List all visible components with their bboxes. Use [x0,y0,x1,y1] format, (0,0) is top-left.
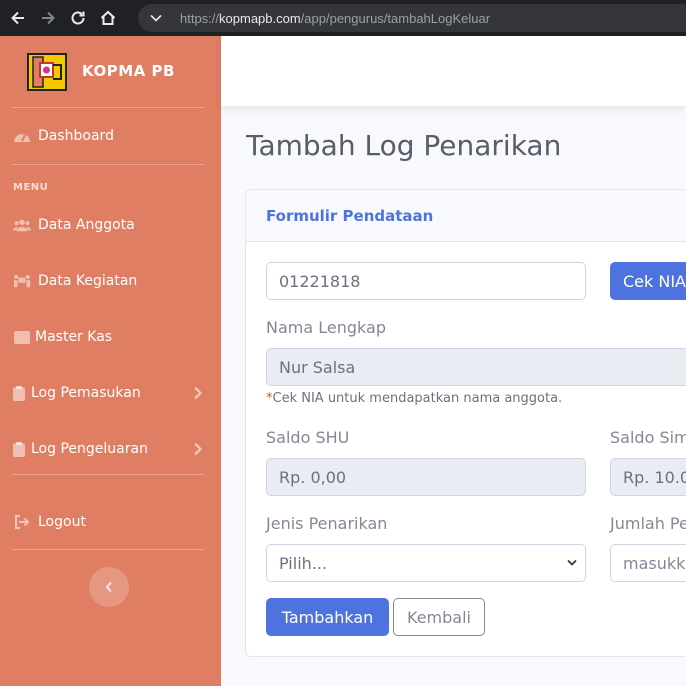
topbar [221,36,686,106]
sidebar-item-label: Logout [38,514,86,530]
sidebar-item-label: Log Pengeluaran [31,441,148,457]
sidebar-item-master-kas[interactable]: Master Kas [0,317,221,357]
saldo-shu-field: Rp. 0,00 [266,458,586,496]
address-bar[interactable]: https://kopmapb.com/app/pengurus/tambahL… [138,4,686,32]
reload-icon[interactable] [66,6,90,30]
saldo-shu-label: Saldo SHU [266,428,350,447]
people-carry-icon [13,273,31,289]
sidebar-divider [12,474,204,475]
chevron-down-icon[interactable] [148,10,164,26]
sidebar-divider [12,549,204,550]
sidebar-item-data-kegiatan[interactable]: Data Kegiatan [0,261,221,301]
sidebar-toggle-button[interactable] [89,567,129,607]
jumlah-penarikan-label: Jumlah Pe [610,514,686,533]
sidebar-heading: MENU [13,182,49,193]
select-value: Pilih... [279,553,328,573]
brand-name: KOPMA PB [82,62,175,80]
tambahkan-button[interactable]: Tambahkan [266,598,389,636]
sidebar-item-label: Log Pemasukan [31,385,141,401]
sidebar-item-label: Data Anggota [38,217,135,233]
sidebar-item-logout[interactable]: Logout [0,502,221,542]
card-title: Formulir Pendataan [266,207,434,225]
nia-hint: *Cek NIA untuk mendapatkan nama anggota. [266,391,563,406]
sidebar-item-data-anggota[interactable]: Data Anggota [0,205,221,245]
jenis-penarikan-select[interactable]: Pilih... [266,544,586,582]
chevron-down-icon [567,559,577,566]
sidebar-divider [12,164,204,165]
chevron-right-icon [194,442,203,456]
back-arrow-icon[interactable] [6,6,30,30]
page-title: Tambah Log Penarikan [246,129,562,162]
kopma-logo-icon [27,53,67,91]
nama-lengkap-field: Nur Salsa [266,348,686,386]
jumlah-penarikan-input[interactable]: masukk [610,544,686,582]
saldo-simpanan-label: Saldo Sim [610,428,686,447]
users-icon [13,217,31,233]
sidebar-item-log-pemasukan[interactable]: Log Pemasukan [0,373,221,413]
form-card: Formulir Pendataan [245,189,686,657]
card-header: Formulir Pendataan [246,190,686,242]
sidebar: KOPMA PB Dashboard MENU Data Anggota Dat… [0,36,221,686]
home-icon[interactable] [96,6,120,30]
clipboard-icon [10,441,28,457]
sidebar-item-label: Master Kas [35,329,113,345]
sidebar-item-label: Data Kegiatan [38,273,138,289]
chevron-right-icon [194,386,203,400]
sidebar-brand[interactable]: KOPMA PB [0,36,221,108]
forward-arrow-icon[interactable] [36,6,60,30]
nama-lengkap-label: Nama Lengkap [266,318,386,337]
jenis-penarikan-label: Jenis Penarikan [266,514,388,533]
nia-input[interactable]: 01221818 [266,262,586,300]
sidebar-divider [12,107,204,108]
saldo-simpanan-field: Rp. 10.00 [610,458,686,496]
wallet-icon [13,329,31,345]
url-text: https://kopmapb.com/app/pengurus/tambahL… [180,10,491,26]
browser-toolbar: https://kopmapb.com/app/pengurus/tambahL… [0,0,686,36]
kembali-button[interactable]: Kembali [393,598,485,636]
cek-nia-button[interactable]: Cek NIA [610,262,686,300]
sidebar-item-dashboard[interactable]: Dashboard [0,116,221,156]
clipboard-icon [10,385,28,401]
tachometer-icon [13,128,31,144]
chevron-left-icon [105,581,112,593]
sign-out-icon [13,514,31,530]
sidebar-item-log-pengeluaran[interactable]: Log Pengeluaran [0,429,221,469]
sidebar-item-label: Dashboard [38,128,114,144]
